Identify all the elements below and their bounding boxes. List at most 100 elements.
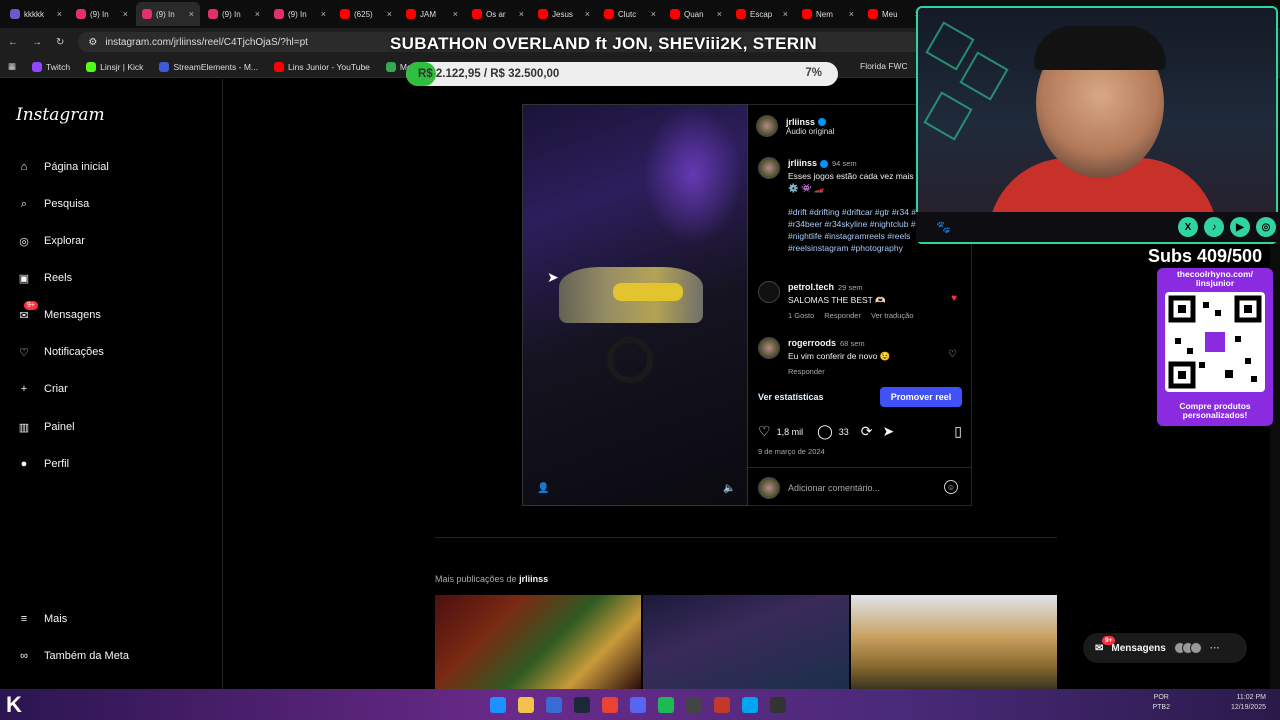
browser-tab[interactable]: Escap × [730, 2, 794, 26]
browser-tab[interactable]: JAM × [400, 2, 464, 26]
start-icon[interactable] [490, 696, 506, 713]
nav-item-home[interactable]: ⌂ Página inicial [16, 159, 109, 175]
close-icon[interactable]: × [57, 9, 62, 19]
browser-tab[interactable]: (9) In × [202, 2, 266, 26]
app-icon[interactable] [742, 696, 758, 713]
nav-item-dashboard[interactable]: ▥ Painel [16, 419, 75, 435]
close-icon[interactable]: × [519, 9, 524, 19]
instagram-logo[interactable]: Instagram [16, 105, 105, 125]
steam-icon[interactable] [574, 696, 590, 713]
post-thumbnail[interactable] [435, 595, 641, 689]
browser-tab[interactable]: Os ar × [466, 2, 530, 26]
heart-filled-icon[interactable]: ♥ [951, 293, 957, 304]
nav-item-compass[interactable]: ◎ Explorar [16, 233, 85, 249]
nav-item-meta[interactable]: ∞ Também da Meta [16, 648, 129, 664]
close-icon[interactable]: × [387, 9, 392, 19]
heart-outline-icon[interactable]: ♡ [948, 349, 957, 360]
terminal-icon[interactable] [770, 696, 786, 713]
avatar[interactable] [756, 115, 778, 137]
close-icon[interactable]: × [453, 9, 458, 19]
bookmark-florida-fwc[interactable]: Florida FWC [860, 61, 908, 71]
bookmark-item[interactable]: StreamElements - M... [159, 61, 258, 72]
forward-icon[interactable]: → [32, 37, 42, 48]
chrome-icon[interactable] [602, 696, 618, 713]
browser-tab[interactable]: Nem × [796, 2, 860, 26]
reply-button[interactable]: Responder [788, 366, 825, 378]
close-icon[interactable]: × [651, 9, 656, 19]
like-icon[interactable]: ♡ [758, 423, 771, 440]
browser-tab[interactable]: (625) × [334, 2, 398, 26]
comment-likes[interactable]: 1 Gosto [788, 310, 814, 322]
avatar[interactable] [758, 337, 780, 359]
like-count[interactable]: 1,8 mil [777, 427, 804, 437]
apps-grid-icon[interactable]: ▦ [8, 61, 16, 72]
close-icon[interactable]: × [783, 9, 788, 19]
nav-label: Notificações [44, 346, 104, 358]
browser-tab[interactable]: (9) In × [268, 2, 332, 26]
tab-label: Meu [882, 9, 898, 19]
back-icon[interactable]: ← [8, 37, 18, 48]
tab-favicon-icon [538, 9, 548, 19]
comment-icon[interactable]: ◯ [817, 423, 833, 440]
reload-icon[interactable]: ↻ [56, 37, 64, 48]
comment-username[interactable]: petrol.tech [788, 282, 834, 292]
app-icon[interactable] [546, 696, 562, 713]
nav-item-search[interactable]: ⌕ Pesquisa [16, 196, 89, 212]
close-icon[interactable]: × [321, 9, 326, 19]
file-explorer-icon[interactable] [518, 696, 534, 713]
close-icon[interactable]: × [585, 9, 590, 19]
translate-button[interactable]: Ver tradução [871, 310, 914, 322]
promote-reel-button[interactable]: Promover reel [880, 387, 962, 407]
post-thumbnail[interactable] [643, 595, 849, 689]
discord-icon[interactable] [630, 696, 646, 713]
caption-username[interactable]: jrliinss [788, 158, 817, 168]
spotify-icon[interactable] [658, 696, 674, 713]
bookmark-item[interactable]: Lins Junior - YouTube [274, 61, 370, 72]
close-icon[interactable]: × [717, 9, 722, 19]
more-posts-user[interactable]: jrliinss [519, 574, 548, 584]
audio-label[interactable]: Áudio original [786, 127, 834, 136]
remix-icon[interactable]: ⟳ [861, 423, 873, 440]
close-icon[interactable]: × [849, 9, 854, 19]
emoji-icon[interactable]: ☺ [944, 480, 958, 494]
close-icon[interactable]: × [123, 9, 128, 19]
browser-tab[interactable]: Quan × [664, 2, 728, 26]
browser-tab[interactable]: kkkkk × [4, 2, 68, 26]
bookmark-icon[interactable]: ▯ [954, 423, 962, 440]
volume-icon[interactable]: 🔈 [723, 483, 735, 494]
comment-username[interactable]: rogerroods [788, 338, 836, 348]
taskbar-clock[interactable]: 11:02 PM 12/19/2025 [1231, 693, 1266, 713]
post-username[interactable]: jrliinss [786, 117, 834, 127]
screen: kkkkk × (9) In × (9) In × (9) In × (9) In × (625) ×… [0, 0, 1280, 720]
messages-button[interactable]: ✉ 9+ Mensagens ··· [1083, 633, 1247, 663]
browser-tab[interactable]: (9) In × [136, 2, 200, 26]
site-info-icon[interactable]: ⚙ [88, 37, 97, 48]
nav-item-avatar[interactable]: ● Perfil [16, 456, 69, 472]
bookmark-item[interactable]: Linsjr | Kick [86, 61, 143, 72]
avatar[interactable] [758, 157, 780, 179]
obs-icon[interactable] [686, 696, 702, 713]
app-icon[interactable] [714, 696, 730, 713]
language-indicator[interactable]: POR PTB2 [1152, 693, 1170, 713]
browser-tab[interactable]: Clutc × [598, 2, 662, 26]
view-stats-link[interactable]: Ver estatísticas [758, 392, 824, 402]
qr-caption: Compre produtos personalizados! [1179, 401, 1251, 420]
reply-button[interactable]: Responder [824, 310, 861, 322]
tab-label: Escap [750, 9, 773, 19]
reel-video[interactable]: 👤 🔈 ➤ [522, 104, 748, 506]
share-icon[interactable]: ➤ [883, 423, 895, 440]
post-thumbnail[interactable] [851, 595, 1057, 689]
add-comment-input[interactable]: Adicionar comentário... [788, 483, 880, 493]
browser-tab[interactable]: Jesus × [532, 2, 596, 26]
nav-item-menu[interactable]: ≡ Mais [16, 611, 67, 627]
avatar[interactable] [758, 281, 780, 303]
tagged-user-icon[interactable]: 👤 [537, 483, 549, 494]
close-icon[interactable]: × [255, 9, 260, 19]
nav-item-heart[interactable]: ♡ Notificações [16, 344, 104, 360]
nav-item-reels[interactable]: ▣ Reels [16, 270, 72, 286]
browser-tab[interactable]: (9) In × [70, 2, 134, 26]
bookmark-item[interactable]: Twitch [32, 61, 70, 72]
nav-item-messenger[interactable]: ✉ 9+ Mensagens [16, 301, 101, 323]
nav-item-plus[interactable]: + Criar [16, 381, 68, 397]
close-icon[interactable]: × [189, 9, 194, 19]
